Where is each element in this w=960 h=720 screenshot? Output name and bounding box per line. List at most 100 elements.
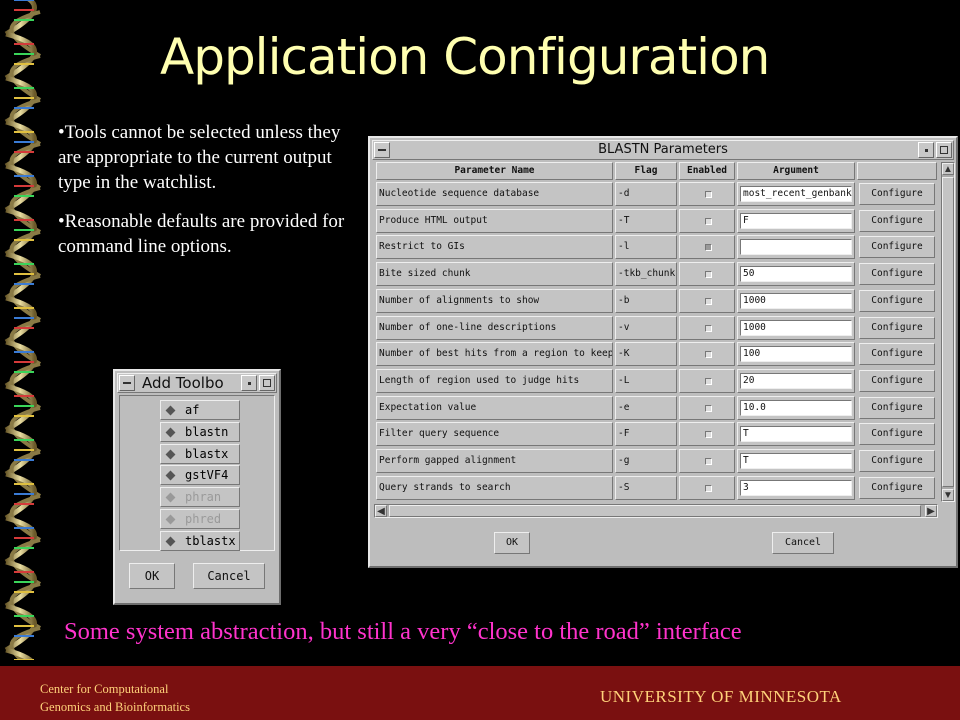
scroll-right-arrow-icon[interactable]: ▶	[925, 505, 937, 517]
vertical-scrollbar[interactable]: ▲ ▼	[941, 162, 955, 502]
tool-label: af	[185, 403, 200, 417]
parameter-flag: -v	[615, 315, 677, 340]
maximize-button[interactable]	[936, 142, 952, 158]
window-menu-button[interactable]	[119, 375, 135, 391]
maximize-button[interactable]	[259, 375, 275, 391]
dna-helix-decoration	[4, 0, 42, 660]
enabled-checkbox[interactable]	[705, 297, 712, 305]
configure-button[interactable]: Configure	[859, 263, 935, 286]
scroll-thumb[interactable]	[942, 177, 954, 487]
argument-cell: 20	[737, 368, 855, 393]
configure-button[interactable]: Configure	[859, 183, 935, 205]
argument-input[interactable]: 20	[740, 372, 852, 389]
table-row: Perform gapped alignment -g T Configure	[376, 449, 938, 475]
footer-bar: Center for Computational Genomics and Bi…	[0, 666, 960, 720]
window-titlebar[interactable]: BLASTN Parameters	[372, 140, 954, 160]
toggle-diamond-icon	[165, 427, 176, 438]
enabled-checkbox[interactable]	[705, 458, 712, 465]
argument-input[interactable]: 1000	[740, 292, 852, 309]
argument-input[interactable]	[740, 239, 852, 256]
toggle-diamond-icon	[165, 405, 176, 416]
enabled-cell	[679, 288, 735, 313]
configure-button[interactable]: Configure	[859, 316, 935, 339]
argument-cell: 100	[737, 342, 855, 367]
enabled-cell	[679, 395, 735, 420]
configure-button[interactable]: Configure	[859, 343, 935, 366]
argument-input[interactable]: most_recent_genbank	[740, 186, 852, 202]
scroll-left-arrow-icon[interactable]: ◀	[375, 505, 387, 517]
argument-cell: T	[737, 422, 855, 447]
tool-item[interactable]: tblastx	[160, 530, 240, 551]
add-toolbox-window: Add Toolbo af blastn blastx gstVF4 phran phre…	[113, 369, 281, 605]
configure-button[interactable]: Configure	[859, 476, 935, 499]
toggle-diamond-icon	[165, 514, 176, 525]
window-titlebar[interactable]: Add Toolbo	[117, 373, 277, 393]
enabled-checkbox[interactable]	[705, 351, 712, 359]
enabled-checkbox[interactable]	[705, 191, 712, 198]
ok-button[interactable]: OK	[494, 532, 530, 554]
argument-input[interactable]: F	[740, 212, 852, 229]
tool-item[interactable]: phran	[160, 487, 240, 508]
minimize-button[interactable]	[918, 142, 934, 158]
configure-button[interactable]: Configure	[859, 369, 935, 392]
enabled-checkbox[interactable]	[705, 431, 712, 439]
tool-item[interactable]: phred	[160, 509, 240, 529]
argument-input[interactable]: 3	[740, 479, 852, 496]
tool-label: blastn	[185, 424, 229, 439]
enabled-checkbox[interactable]	[705, 404, 712, 412]
configure-button[interactable]: Configure	[859, 236, 935, 259]
tool-item[interactable]: gstVF4	[160, 465, 240, 486]
enabled-checkbox[interactable]	[705, 217, 712, 225]
parameter-name: Restrict to GIs	[376, 235, 613, 260]
enabled-checkbox[interactable]	[705, 244, 712, 252]
scroll-thumb[interactable]	[389, 505, 921, 517]
enabled-checkbox[interactable]	[705, 271, 712, 279]
configure-button[interactable]: Configure	[859, 450, 935, 472]
enabled-checkbox[interactable]	[705, 377, 712, 385]
enabled-checkbox[interactable]	[705, 484, 712, 492]
enabled-cell	[679, 262, 735, 287]
enabled-checkbox[interactable]	[705, 324, 712, 332]
configure-button[interactable]: Configure	[859, 423, 935, 446]
argument-cell: T	[737, 449, 855, 473]
toggle-diamond-icon	[165, 536, 176, 547]
argument-input[interactable]: 50	[740, 266, 852, 283]
tool-item[interactable]: blastn	[160, 421, 240, 442]
argument-input[interactable]: T	[740, 426, 852, 443]
horizontal-scrollbar[interactable]: ◀ ▶	[374, 504, 938, 518]
page-title: Application Configuration	[160, 28, 770, 86]
parameter-flag: -T	[615, 208, 677, 233]
slide-caption: Some system abstraction, but still a ver…	[64, 618, 742, 645]
argument-input[interactable]: 10.0	[740, 399, 852, 416]
argument-input[interactable]: T	[740, 453, 852, 469]
footer-line: Genomics and Bioinformatics	[40, 700, 190, 714]
table-row: Number of best hits from a region to kee…	[376, 342, 938, 368]
enabled-cell	[679, 422, 735, 447]
cancel-button[interactable]: Cancel	[772, 532, 834, 554]
parameter-flag: -S	[615, 475, 677, 500]
scroll-up-arrow-icon[interactable]: ▲	[942, 163, 954, 175]
tool-item[interactable]: af	[160, 400, 240, 420]
parameter-name: Bite sized chunk	[376, 262, 613, 287]
parameter-flag: -e	[615, 395, 677, 420]
tool-label: phred	[185, 512, 222, 526]
scroll-down-arrow-icon[interactable]: ▼	[942, 489, 954, 501]
tool-label: phran	[185, 490, 222, 505]
argument-cell	[737, 235, 855, 260]
parameter-flag: -K	[615, 342, 677, 367]
configure-button[interactable]: Configure	[859, 289, 935, 312]
minimize-button[interactable]	[241, 375, 257, 391]
argument-input[interactable]: 100	[740, 346, 852, 363]
ok-button[interactable]: OK	[129, 563, 175, 589]
tool-label: tblastx	[185, 533, 236, 548]
argument-input[interactable]: 1000	[740, 319, 852, 336]
tool-label: blastx	[185, 446, 229, 461]
cancel-button[interactable]: Cancel	[193, 563, 265, 589]
configure-button[interactable]: Configure	[859, 396, 935, 419]
configure-button[interactable]: Configure	[859, 209, 935, 232]
column-header-argument: Argument	[737, 162, 855, 180]
column-header-flag: Flag	[615, 162, 677, 180]
tool-list: af blastn blastx gstVF4 phran phred tblastx	[119, 395, 275, 551]
table-row: Query strands to search -S 3 Configure	[376, 475, 938, 502]
tool-item[interactable]: blastx	[160, 443, 240, 464]
